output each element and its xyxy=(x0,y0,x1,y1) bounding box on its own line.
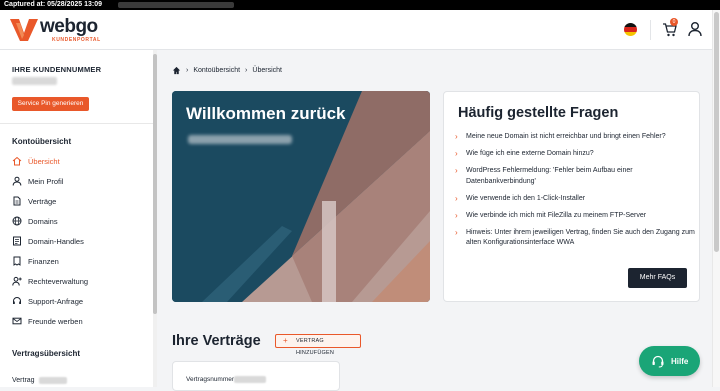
chevron-right-icon: › xyxy=(455,227,458,237)
sidebar-item-overview[interactable]: Übersicht xyxy=(12,154,60,168)
sidebar-item-label: Freunde werben xyxy=(28,316,83,326)
contract-number-label: Vertragsnummer xyxy=(186,376,235,383)
sidebar-item-label: Verträge xyxy=(28,196,57,206)
breadcrumb-item: Übersicht xyxy=(252,67,282,74)
sidebar-divider xyxy=(0,123,153,124)
sidebar-item-domains[interactable]: Domains xyxy=(12,214,58,228)
chevron-right-icon: › xyxy=(455,149,458,158)
webgo-logo[interactable]: webgo KUNDENPORTAL xyxy=(10,16,110,44)
brand-sub: KUNDENPORTAL xyxy=(52,37,101,43)
sidebar-item-contracts[interactable]: Verträge xyxy=(12,194,56,208)
sidebar-scrollbar-thumb[interactable] xyxy=(153,54,157,314)
sidebar-contract-row[interactable]: Vertrag xyxy=(12,377,67,384)
sidebar-item-label: Domains xyxy=(28,216,58,226)
faq-item[interactable]: › Wie verwende ich den 1-Click-Installer xyxy=(455,194,695,205)
sidebar-item-domain-handles[interactable]: Domain-Handles xyxy=(12,234,84,248)
cart-count-badge: 0 xyxy=(670,18,678,26)
header-divider xyxy=(650,20,651,40)
sidebar: IHRE KUNDENNUMMER Service Pin generieren… xyxy=(0,50,153,387)
user-icon xyxy=(12,176,22,186)
sidebar-item-label: Finanzen xyxy=(28,256,59,266)
chevron-right-icon: › xyxy=(455,210,458,220)
faq-item[interactable]: › Wie füge ich eine externe Domain hinzu? xyxy=(455,149,695,160)
sidebar-section-account: Kontoübersicht xyxy=(12,137,72,146)
contract-redacted xyxy=(38,377,67,384)
plus-icon: + xyxy=(283,336,288,345)
capture-label: Captured at: 05/28/2025 13:09 xyxy=(4,1,103,8)
sidebar-item-label: Support-Anfrage xyxy=(28,296,84,306)
chevron-right-icon: › xyxy=(455,193,458,203)
sidebar-item-finances[interactable]: Finanzen xyxy=(12,254,59,268)
sidebar-item-label: Domain-Handles xyxy=(28,236,84,246)
faq-item-text: Wie verbinde ich mich mit FileZilla zu m… xyxy=(466,211,647,219)
faq-item-text: Meine neue Domain ist nicht erreichbar u… xyxy=(466,133,666,140)
chevron-right-icon: › xyxy=(455,132,458,141)
capture-bar: Captured at: 05/28/2025 13:09 xyxy=(0,0,720,10)
globe-icon xyxy=(12,216,22,226)
customer-number-heading: IHRE KUNDENNUMMER xyxy=(12,65,102,74)
sidebar-item-label: Rechteverwaltung xyxy=(28,276,89,286)
invoice-icon xyxy=(13,256,21,266)
faq-item[interactable]: › Wie verbinde ich mich mit FileZilla zu … xyxy=(455,211,695,222)
faq-item-text: WordPress Fehlermeldung: 'Fehler beim Au… xyxy=(466,167,633,185)
home-icon[interactable] xyxy=(172,66,181,75)
user-plus-icon xyxy=(12,276,22,286)
contract-number: Vertragsnummer xyxy=(186,376,267,383)
help-label: Hilfe xyxy=(671,356,689,366)
welcome-title: Willkommen zurück xyxy=(186,104,346,123)
id-card-icon xyxy=(13,236,21,246)
chevron-right-icon: › xyxy=(186,67,189,74)
home-icon xyxy=(12,156,22,166)
sidebar-item-support[interactable]: Support-Anfrage xyxy=(12,294,83,308)
sidebar-item-refer-friends[interactable]: Freunde werben xyxy=(12,314,83,328)
document-icon xyxy=(13,196,21,206)
breadcrumb-item[interactable]: Kontoübersicht xyxy=(193,67,240,74)
sidebar-item-profile[interactable]: Mein Profil xyxy=(12,174,63,188)
faq-card: Häufig gestellte Fragen › Meine neue Doma… xyxy=(443,91,700,302)
sidebar-item-label: Übersicht xyxy=(28,156,60,166)
faq-list: › Meine neue Domain ist nicht erreichbar … xyxy=(455,132,695,255)
sidebar-item-permissions[interactable]: Rechteverwaltung xyxy=(12,274,88,288)
faq-item[interactable]: › WordPress Fehlermeldung: 'Fehler beim A… xyxy=(455,166,695,187)
add-contract-button[interactable]: + VERTRAG HINZUFÜGEN xyxy=(275,334,361,356)
faq-item-text: Hinweis: Unter ihrem jeweiligen Vertrag,… xyxy=(466,228,695,247)
service-pin-button[interactable]: Service Pin generieren xyxy=(12,97,89,111)
breadcrumb: › Kontoübersicht › Übersicht xyxy=(172,66,282,75)
user-icon[interactable] xyxy=(688,21,702,37)
sidebar-scrollbar[interactable] xyxy=(153,50,157,387)
faq-item-text: Wie verwende ich den 1-Click-Installer xyxy=(466,194,586,202)
brand-name: webgo xyxy=(40,16,98,37)
top-bar: webgo KUNDENPORTAL 0 xyxy=(0,10,712,50)
welcome-name-redacted xyxy=(188,135,292,144)
more-faqs-button[interactable]: Mehr FAQs xyxy=(628,268,687,288)
welcome-banner: Willkommen zurück xyxy=(172,91,430,302)
faq-title: Häufig gestellte Fragen xyxy=(458,105,619,121)
headset-icon xyxy=(652,355,664,368)
page-scrollbar[interactable] xyxy=(712,10,720,387)
contracts-title: Ihre Verträge xyxy=(172,333,261,349)
faq-item-text: Wie füge ich eine externe Domain hinzu? xyxy=(466,150,594,157)
sidebar-section-contracts: Vertragsübersicht xyxy=(12,349,81,358)
customer-number-redacted xyxy=(12,77,57,85)
add-contract-label: VERTRAG HINZUFÜGEN xyxy=(296,338,335,356)
capture-redaction xyxy=(118,2,234,8)
mail-icon xyxy=(12,317,22,325)
support-icon xyxy=(13,297,21,304)
faq-item[interactable]: › Hinweis: Unter ihrem jeweiligen Vertrag… xyxy=(455,228,695,249)
sidebar-contract-label: Vertrag xyxy=(12,377,35,384)
contract-number-redacted xyxy=(234,376,267,383)
chevron-right-icon: › xyxy=(245,67,248,74)
de-flag-icon[interactable] xyxy=(624,23,637,36)
chevron-right-icon: › xyxy=(455,166,458,175)
sidebar-item-label: Mein Profil xyxy=(28,176,64,186)
webgo-logo-icon xyxy=(10,19,38,41)
page-scrollbar-thumb[interactable] xyxy=(714,12,719,252)
help-button[interactable]: Hilfe xyxy=(639,346,700,376)
faq-item[interactable]: › Meine neue Domain ist nicht erreichbar … xyxy=(455,132,695,143)
